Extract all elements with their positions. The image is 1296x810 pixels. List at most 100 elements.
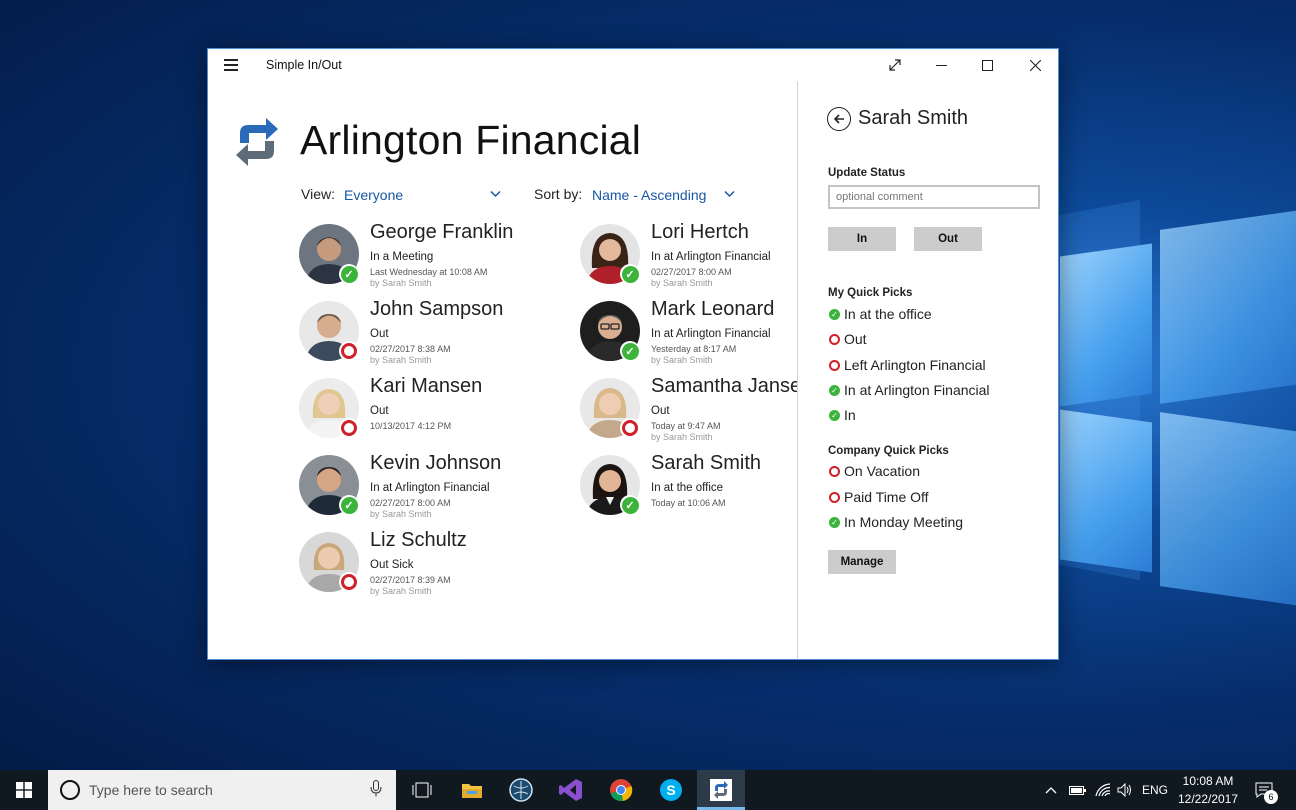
status-out-icon xyxy=(829,466,840,477)
quick-pick-label: Left Arlington Financial xyxy=(844,357,986,373)
person-timestamp: Yesterday at 8:17 AM xyxy=(651,344,737,354)
person-status: Out xyxy=(370,328,389,340)
folder-icon xyxy=(462,784,482,798)
person-timestamp: 02/27/2017 8:39 AM xyxy=(370,575,451,585)
view-dropdown[interactable]: Everyone xyxy=(344,187,403,203)
maximize-icon xyxy=(981,59,993,71)
person-status: Out xyxy=(651,405,670,417)
person-status: In at Arlington Financial xyxy=(370,482,490,494)
battery-icon xyxy=(1069,786,1086,795)
person-timestamp: 10/13/2017 4:12 PM xyxy=(370,421,452,431)
clock-date[interactable]: 12/22/2017 xyxy=(1172,792,1244,806)
person-timestamp: Today at 10:06 AM xyxy=(651,498,726,508)
chrome-icon xyxy=(610,779,633,802)
hamburger-menu-icon[interactable] xyxy=(224,59,238,71)
organization-title: Arlington Financial xyxy=(300,117,642,163)
person-card[interactable]: John Sampson Out 02/27/2017 8:38 AM by S… xyxy=(299,298,599,373)
minimize-icon xyxy=(935,64,947,66)
globe-icon xyxy=(509,778,533,802)
back-button[interactable] xyxy=(827,107,851,131)
svg-text:S: S xyxy=(666,782,675,798)
person-updated-by: by Sarah Smith xyxy=(651,432,713,442)
windows-logo-icon xyxy=(16,782,32,798)
person-card[interactable]: Liz Schultz Out Sick 02/27/2017 8:39 AM … xyxy=(299,529,599,604)
fullscreen-button[interactable] xyxy=(872,49,918,81)
person-timestamp: Today at 9:47 AM xyxy=(651,421,721,431)
person-updated-by: by Sarah Smith xyxy=(370,278,432,288)
sort-dropdown[interactable]: Name - Ascending xyxy=(592,187,706,203)
network-button[interactable] xyxy=(1092,770,1114,810)
skype-icon: S xyxy=(660,779,682,801)
chevron-up-icon xyxy=(1045,787,1057,794)
status-in-icon: ✓ xyxy=(829,517,840,528)
maximize-button[interactable] xyxy=(964,49,1010,81)
status-out-icon xyxy=(339,572,359,592)
company-quick-picks-label: Company Quick Picks xyxy=(828,445,949,457)
person-name: Samantha Jansen xyxy=(651,378,797,397)
start-button[interactable] xyxy=(0,770,48,810)
person-timestamp: 02/27/2017 8:00 AM xyxy=(370,498,451,508)
visual-studio-icon xyxy=(559,779,582,801)
status-in-icon: ✓ xyxy=(339,264,359,284)
person-updated-by: by Sarah Smith xyxy=(370,355,432,365)
person-name: Sarah Smith xyxy=(651,452,762,474)
comment-input[interactable] xyxy=(828,185,1040,209)
quick-pick-label: Out xyxy=(844,331,867,347)
action-center-button[interactable] xyxy=(1248,770,1280,810)
notification-count-badge: 6 xyxy=(1264,790,1278,804)
skype-button[interactable]: S xyxy=(647,770,695,810)
person-card[interactable]: ✓ Kevin Johnson In at Arlington Financia… xyxy=(299,452,599,527)
clock-time[interactable]: 10:08 AM xyxy=(1172,774,1244,788)
in-button[interactable]: In xyxy=(828,227,896,251)
person-status: In a Meeting xyxy=(370,251,434,263)
sort-label: Sort by: xyxy=(534,186,583,202)
quick-pick-label: In xyxy=(844,407,856,423)
visual-studio-button[interactable] xyxy=(547,770,595,810)
task-view-icon xyxy=(412,782,432,798)
status-in-icon: ✓ xyxy=(339,495,359,515)
person-card[interactable]: ✓ George Franklin In a Meeting Last Wedn… xyxy=(299,221,599,296)
status-out-icon xyxy=(339,418,359,438)
app-globe-button[interactable] xyxy=(497,770,545,810)
taskbar-search[interactable]: Type here to search xyxy=(48,770,396,810)
person-name: Liz Schultz xyxy=(370,529,467,551)
quick-pick-label: On Vacation xyxy=(844,463,921,479)
expand-icon xyxy=(889,59,901,71)
volume-button[interactable] xyxy=(1114,770,1136,810)
panel-divider xyxy=(797,81,798,659)
status-in-icon: ✓ xyxy=(829,309,840,320)
person-name: Kevin Johnson xyxy=(370,452,502,474)
status-out-icon xyxy=(829,360,840,371)
person-card[interactable]: Samantha Jansen Out Today at 9:47 AM by … xyxy=(580,378,797,450)
task-view-button[interactable] xyxy=(398,770,446,810)
person-card[interactable]: Kari Mansen Out 10/13/2017 4:12 PM xyxy=(299,375,599,450)
person-timestamp: 02/27/2017 8:38 AM xyxy=(370,344,451,354)
language-indicator[interactable]: ENG xyxy=(1140,770,1170,810)
status-out-icon xyxy=(339,341,359,361)
title-bar: Simple In/Out xyxy=(208,49,1058,81)
person-name: John Sampson xyxy=(370,298,504,320)
close-button[interactable] xyxy=(1012,49,1058,81)
chevron-down-icon[interactable] xyxy=(724,185,735,201)
file-explorer-button[interactable] xyxy=(448,770,496,810)
out-button[interactable]: Out xyxy=(914,227,982,251)
simple-in-out-taskbar-button[interactable] xyxy=(697,770,745,810)
quick-pick-label: Paid Time Off xyxy=(844,489,929,505)
person-name: George Franklin xyxy=(370,221,514,243)
search-placeholder: Type here to search xyxy=(89,782,213,798)
manage-button[interactable]: Manage xyxy=(828,550,896,574)
show-hidden-icons-button[interactable] xyxy=(1040,770,1062,810)
cortana-icon xyxy=(60,780,80,800)
chevron-down-icon[interactable] xyxy=(490,185,501,201)
chrome-button[interactable] xyxy=(597,770,645,810)
person-timestamp: Last Wednesday at 10:08 AM xyxy=(370,267,488,277)
person-status: Out Sick xyxy=(370,559,414,571)
microphone-icon[interactable] xyxy=(370,780,382,801)
battery-button[interactable] xyxy=(1066,770,1090,810)
minimize-button[interactable] xyxy=(918,49,964,81)
taskbar: Type here to search S ENG 10:08 AM 12/22… xyxy=(0,770,1296,810)
person-timestamp: 02/27/2017 8:00 AM xyxy=(651,267,732,277)
person-name: Kari Mansen xyxy=(370,375,483,397)
wallpaper-windows-logo xyxy=(340,160,1296,620)
person-status: In at Arlington Financial xyxy=(651,251,771,263)
